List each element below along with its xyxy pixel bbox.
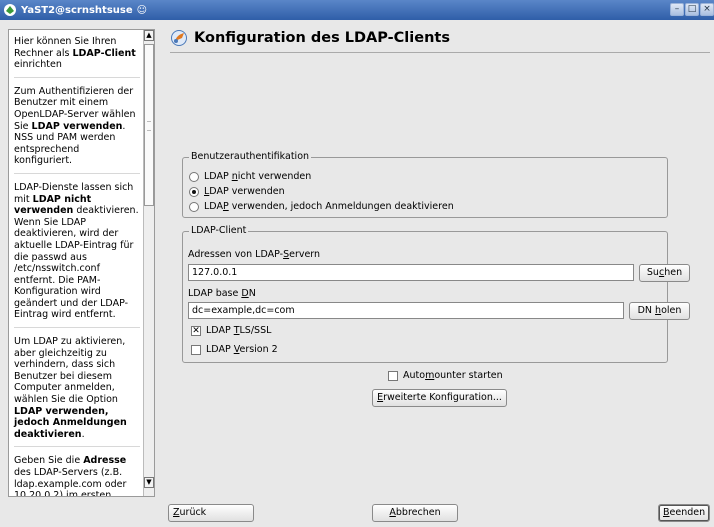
finish-button[interactable]: Beenden [658, 504, 710, 522]
radio-mark [189, 201, 199, 212]
sticky-icon[interactable]: ☺ [137, 5, 147, 16]
bottom-button-bar: Zurück Abbrechen Beenden [0, 497, 714, 527]
auth-group: Benutzerauthentifikation LDAP nicht verw… [182, 151, 668, 218]
fetch-dn-button[interactable]: DN holen [629, 302, 690, 320]
search-button[interactable]: Suchen [639, 264, 690, 282]
automounter-checkbox[interactable]: Automounter starten [388, 370, 503, 381]
checkbox-mark-checked: ✕ [191, 325, 201, 336]
ldap-client-group: LDAP-Client Adressen von LDAP-Servern 12… [182, 225, 690, 363]
help-pane[interactable]: Hier können Sie Ihren Rechner als LDAP-C… [8, 29, 155, 497]
radio-mark [189, 171, 199, 182]
ldap-version2-checkbox[interactable]: LDAP Version 2 [191, 344, 278, 355]
radio-label: LDAP verwenden, jedoch Anmeldungen deakt… [204, 201, 454, 212]
help-paragraph: Geben Sie die Adresse des LDAP-Servers (… [14, 455, 127, 497]
basedn-label: LDAP base DN [188, 288, 256, 299]
checkbox-label: LDAP TLS/SSL [206, 325, 272, 336]
radio-label: LDAP nicht verwenden [204, 171, 312, 182]
tls-checkbox[interactable]: ✕ LDAP TLS/SSL [191, 325, 271, 336]
minimize-button[interactable]: – [670, 3, 684, 16]
window-title: YaST2@scrnshtsuse [21, 4, 133, 16]
advanced-config-button[interactable]: Erweiterte Konfiguration... [372, 389, 507, 407]
scroll-down-arrow-icon[interactable]: ▼ [144, 477, 154, 488]
radio-ldap-no-login[interactable]: LDAP verwenden, jedoch Anmeldungen deakt… [189, 201, 454, 212]
radio-ldap-on[interactable]: LDAP verwenden [189, 186, 285, 197]
help-scrollbar[interactable]: ▲ ▼ [143, 30, 154, 496]
abort-button[interactable]: Abbrechen [372, 504, 458, 522]
checkbox-mark [388, 370, 398, 381]
servers-label: Adressen von LDAP-Servern [188, 249, 321, 260]
help-paragraph: Zum Authentifizieren der Benutzer mit ei… [14, 86, 140, 174]
help-paragraph: Um LDAP zu aktivieren, aber gleichzeitig… [14, 336, 140, 448]
radio-ldap-off[interactable]: LDAP nicht verwenden [189, 171, 311, 182]
scroll-up-arrow-icon[interactable]: ▲ [144, 30, 154, 41]
ldap-client-icon [171, 30, 187, 46]
yast-app-icon [4, 4, 16, 16]
help-paragraph: Hier können Sie Ihren Rechner als LDAP-C… [14, 36, 140, 78]
close-button[interactable]: × [700, 3, 714, 16]
title-divider [170, 52, 710, 53]
main-panel: Konfiguration des LDAP-Clients Benutzera… [160, 22, 714, 497]
auth-group-legend: Benutzerauthentifikation [189, 151, 312, 162]
help-paragraph: LDAP-Dienste lassen sich mit LDAP nicht … [14, 182, 140, 329]
scroll-thumb[interactable] [144, 44, 154, 206]
radio-label: LDAP verwenden [204, 186, 285, 197]
checkbox-mark [191, 344, 201, 355]
window-titlebar[interactable]: YaST2@scrnshtsuse ☺ – □ × [0, 0, 714, 20]
checkbox-label: Automounter starten [403, 370, 503, 381]
basedn-input[interactable]: dc=example,dc=com [188, 302, 624, 319]
back-button[interactable]: Zurück [168, 504, 254, 522]
checkbox-label: LDAP Version 2 [206, 344, 278, 355]
radio-mark-selected [189, 186, 199, 197]
servers-input[interactable]: 127.0.0.1 [188, 264, 634, 281]
ldap-client-legend: LDAP-Client [189, 225, 249, 236]
maximize-button[interactable]: □ [685, 3, 699, 16]
page-title: Konfiguration des LDAP-Clients [194, 30, 450, 46]
help-text: Hier können Sie Ihren Rechner als LDAP-C… [9, 30, 143, 497]
